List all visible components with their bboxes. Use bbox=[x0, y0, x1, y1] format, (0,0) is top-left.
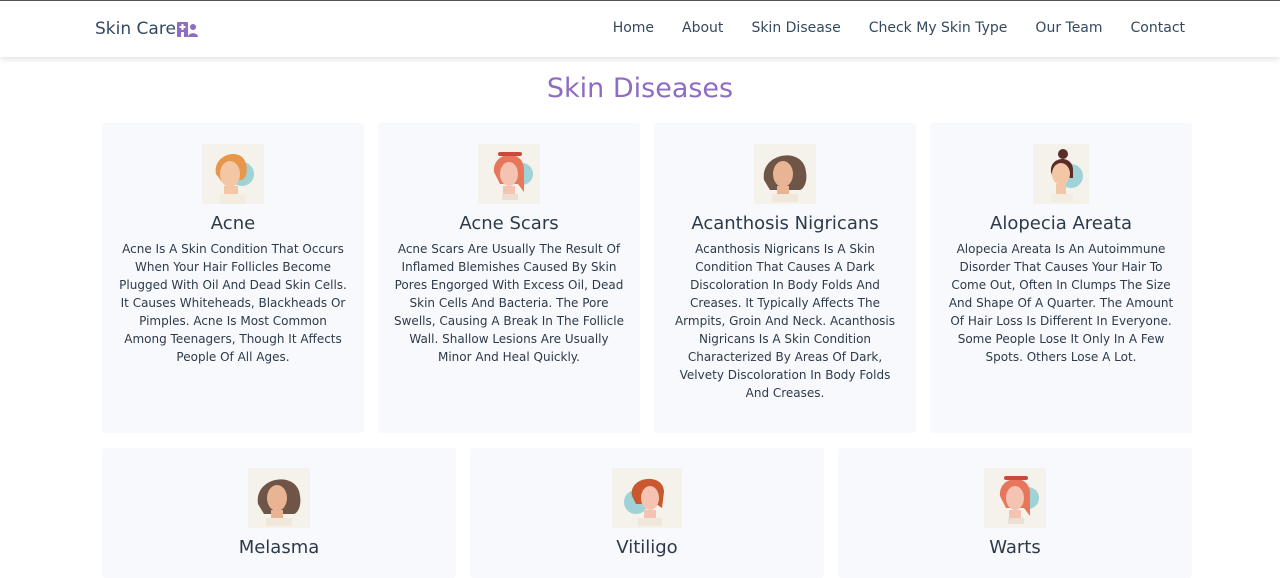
disease-card-acne[interactable]: Acne Acne Is A Skin Condition That Occur… bbox=[102, 123, 364, 433]
card-title: Warts bbox=[989, 537, 1041, 558]
nav-our-team[interactable]: Our Team bbox=[1035, 20, 1102, 36]
card-description: Acne Is A Skin Condition That Occurs Whe… bbox=[119, 242, 347, 364]
warts-image bbox=[984, 468, 1046, 528]
nav-links: Home About Skin Disease Check My Skin Ty… bbox=[585, 20, 1185, 36]
brand-text: Skin Care bbox=[95, 19, 176, 39]
acanthosis-nigricans-image bbox=[754, 144, 816, 204]
melasma-image bbox=[248, 468, 310, 528]
alopecia-areata-image bbox=[1033, 144, 1089, 204]
nav-home[interactable]: Home bbox=[613, 20, 654, 36]
disease-card-vitiligo[interactable]: Vitiligo bbox=[470, 448, 824, 578]
card-title: Melasma bbox=[238, 537, 320, 558]
disease-card-alopecia-areata[interactable]: Alopecia Areata Alopecia Areata Is An Au… bbox=[930, 123, 1192, 433]
navbar: Skin Care Home About Skin Disease Check … bbox=[0, 1, 1280, 57]
nav-skin-disease[interactable]: Skin Disease bbox=[751, 20, 840, 36]
acne-scars-image bbox=[478, 144, 540, 204]
nav-contact[interactable]: Contact bbox=[1131, 20, 1185, 36]
disease-card-melasma[interactable]: Melasma bbox=[102, 448, 456, 578]
disease-card-warts[interactable]: Warts bbox=[838, 448, 1192, 578]
card-title: Acne bbox=[210, 213, 256, 234]
disease-card-acanthosis-nigricans[interactable]: Acanthosis Nigricans Acanthosis Nigrican… bbox=[654, 123, 916, 433]
brand-link[interactable]: Skin Care bbox=[95, 19, 199, 39]
page-title: Skin Diseases bbox=[546, 73, 734, 104]
card-title: Acne Scars bbox=[459, 213, 559, 234]
card-description: Acanthosis Nigricans Is A Skin Condition… bbox=[674, 242, 896, 400]
acne-image bbox=[202, 144, 264, 204]
nav-about[interactable]: About bbox=[682, 20, 723, 36]
nav-check-skin-type[interactable]: Check My Skin Type bbox=[869, 20, 1008, 36]
card-description: Acne Scars Are Usually The Result Of Inf… bbox=[394, 242, 624, 364]
hospital-user-icon bbox=[176, 22, 198, 37]
vitiligo-image bbox=[612, 468, 682, 528]
card-title: Alopecia Areata bbox=[990, 213, 1132, 234]
card-description: Alopecia Areata Is An Autoimmune Disorde… bbox=[948, 242, 1174, 364]
card-title: Vitiligo bbox=[616, 537, 678, 558]
disease-card-acne-scars[interactable]: Acne Scars Acne Scars Are Usually The Re… bbox=[378, 123, 640, 433]
card-title: Acanthosis Nigricans bbox=[691, 213, 879, 234]
